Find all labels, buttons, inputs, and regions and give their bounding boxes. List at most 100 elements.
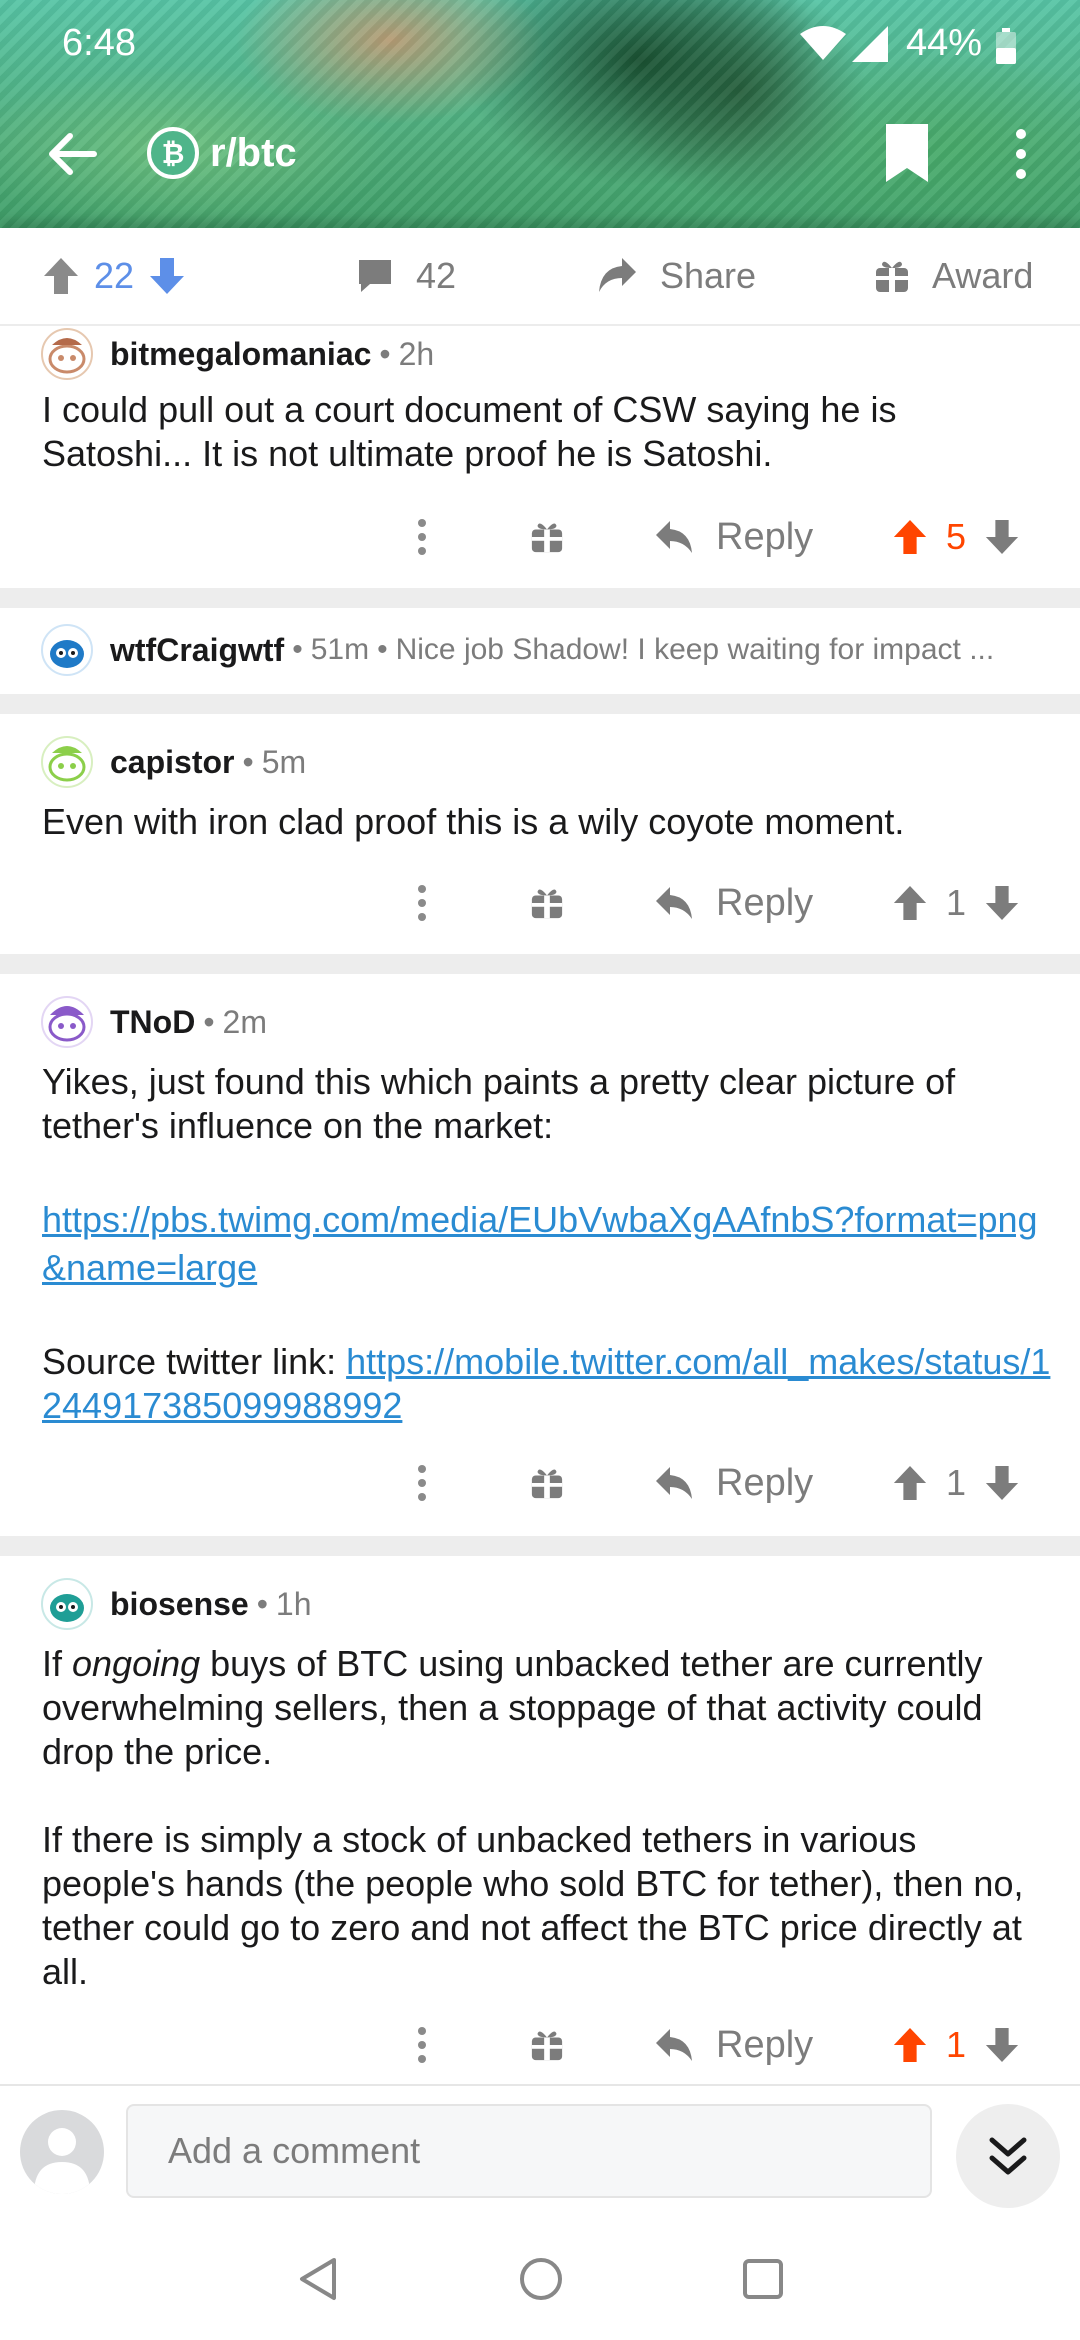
username[interactable]: capistor [110, 744, 234, 781]
chevron-double-down-icon [989, 2137, 1027, 2175]
separator-dot: • [203, 1003, 215, 1040]
comment-link[interactable]: https://pbs.twimg.com/media/EUbVwbaXgAAf… [42, 1199, 1038, 1288]
comment-divider [0, 694, 1080, 714]
comment-award-button[interactable] [530, 1448, 564, 1518]
award-button[interactable]: Award [874, 228, 1033, 324]
comment-score: 5 [945, 516, 967, 557]
cellular-icon [852, 26, 888, 62]
share-icon [599, 258, 636, 292]
comment-award-button[interactable] [530, 2010, 564, 2080]
person-icon [34, 2128, 90, 2194]
reply-button[interactable]: Reply [654, 2010, 813, 2080]
username[interactable]: wtfCraigwtf [110, 632, 284, 669]
post-vote-count: 22 [94, 255, 135, 296]
add-comment-placeholder: Add a comment [168, 2130, 421, 2171]
downvote-icon[interactable] [148, 256, 186, 296]
upvote-icon[interactable] [892, 884, 928, 922]
comment-score: 1 [945, 882, 967, 923]
avatar[interactable] [40, 623, 94, 677]
username[interactable]: TNoD [110, 1004, 195, 1041]
comment-more-button[interactable] [412, 868, 432, 938]
upvote-icon[interactable] [892, 518, 928, 556]
comment-paragraph: Source twitter link: https://mobile.twit… [42, 1340, 1052, 1428]
comment-header: TNoD • 2m [40, 994, 267, 1050]
status-bar: 6:48 44% [0, 18, 1080, 68]
source-label: Source twitter link: [42, 1341, 347, 1382]
wifi-icon [800, 26, 846, 60]
kebab-icon[interactable] [1006, 124, 1036, 184]
comment: TNoD • 2m Yikes, just found this which p… [0, 974, 1080, 1536]
downvote-icon[interactable] [984, 1464, 1020, 1502]
upvote-icon[interactable] [42, 256, 80, 296]
downvote-icon[interactable] [984, 884, 1020, 922]
kebab-icon [418, 1465, 426, 1501]
award-icon [531, 889, 563, 919]
upvote-icon[interactable] [892, 1464, 928, 1502]
subreddit-name[interactable]: r/btc [210, 126, 297, 180]
comments-button[interactable]: 42 [356, 228, 456, 324]
kebab-icon [418, 519, 426, 555]
avatar[interactable] [40, 995, 94, 1049]
share-label: Share [660, 255, 757, 296]
comment-actions: Reply 1 [0, 868, 1080, 938]
emphasis-text: ongoing [72, 1643, 201, 1684]
top-nav-bar: ₿ r/btc [0, 108, 1080, 198]
separator-dot: • [292, 633, 303, 666]
comment-more-button[interactable] [412, 1448, 432, 1518]
award-label: Award [932, 255, 1034, 296]
nav-back-icon[interactable] [294, 2254, 344, 2304]
downvote-icon[interactable] [984, 2026, 1020, 2064]
bookmark-icon[interactable] [880, 122, 934, 184]
reply-button[interactable]: Reply [654, 502, 813, 572]
separator-dot: • [377, 633, 388, 666]
username[interactable]: biosense [110, 1586, 249, 1623]
comment-actions: Reply 1 [0, 2010, 1080, 2080]
username[interactable]: bitmegalomaniac [110, 336, 371, 373]
comment-divider [0, 588, 1080, 608]
comment-body: I could pull out a court document of CSW… [42, 389, 897, 474]
avatar[interactable] [40, 327, 94, 381]
battery-percent: 44% [906, 22, 983, 64]
separator-dot: • [242, 743, 254, 780]
comment-vote-control: 1 [892, 1448, 1020, 1518]
award-icon [876, 261, 908, 292]
upvote-icon[interactable] [892, 2026, 928, 2064]
comment-actions: Reply 1 [0, 1448, 1080, 1518]
comment-more-button[interactable] [412, 502, 432, 572]
reply-label: Reply [716, 881, 814, 924]
user-avatar[interactable] [20, 2110, 104, 2194]
comment-score: 1 [945, 2024, 967, 2065]
back-arrow-icon[interactable] [44, 126, 100, 182]
avatar[interactable] [40, 1577, 94, 1631]
comment: capistor • 5m Even with iron clad proof … [0, 714, 1080, 954]
comment-body: Yikes, just found this which paints a pr… [42, 1060, 1052, 1428]
reply-button[interactable]: Reply [654, 868, 813, 938]
collapse-thread-button[interactable] [956, 2104, 1060, 2208]
kebab-icon [418, 2027, 426, 2063]
reply-button[interactable]: Reply [654, 1448, 813, 1518]
comment-award-button[interactable] [530, 868, 564, 938]
comment-award-button[interactable] [530, 502, 564, 572]
share-button[interactable]: Share [596, 228, 756, 324]
comment-age: 2h [398, 335, 435, 372]
comment-age: 2m [222, 1003, 267, 1040]
comment-vote-control: 1 [892, 2010, 1020, 2080]
downvote-icon[interactable] [984, 518, 1020, 556]
post-action-bar: 22 42 Share Award [0, 228, 1080, 326]
system-navigation-bar [0, 2214, 1080, 2340]
comment-age: 51m [310, 633, 370, 666]
comment-paragraph: If there is simply a stock of unbacked t… [42, 1819, 1024, 1992]
comment-score: 1 [945, 1462, 967, 1503]
collapsed-comment[interactable]: wtfCraigwtf • 51m • Nice job Shadow! I k… [0, 608, 1080, 694]
avatar[interactable] [40, 735, 94, 789]
comment-vote-control: 5 [892, 502, 1020, 572]
add-comment-input[interactable]: Add a comment [126, 2104, 932, 2198]
nav-recents-icon[interactable] [738, 2254, 788, 2304]
award-icon [531, 2031, 563, 2061]
award-icon [531, 1469, 563, 1499]
reply-icon [656, 2029, 692, 2061]
comment-more-button[interactable] [412, 2010, 432, 2080]
bitcoin-icon[interactable]: ₿ [146, 126, 200, 180]
comment-paragraph: https://pbs.twimg.com/media/EUbVwbaXgAAf… [42, 1196, 1052, 1292]
nav-home-icon[interactable] [516, 2254, 566, 2304]
